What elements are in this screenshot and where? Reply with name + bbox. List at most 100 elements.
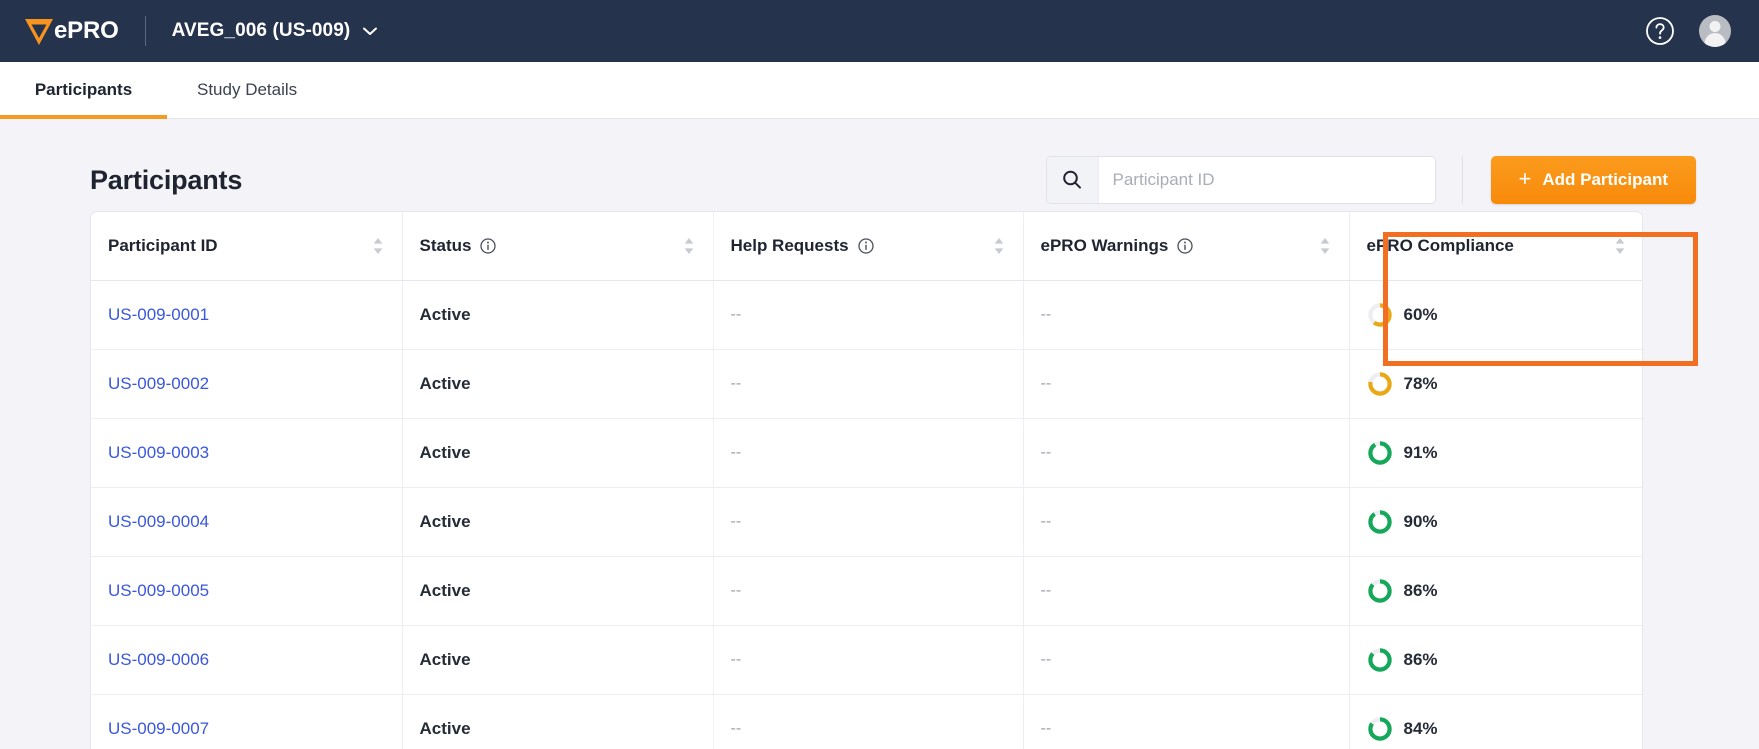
- table-row: US-009-0004Active----90%: [91, 487, 1643, 556]
- sort-toggle-icon[interactable]: [1319, 237, 1331, 255]
- cell-help-requests: --: [713, 625, 1023, 694]
- cell-participant-id: US-009-0004: [91, 487, 402, 556]
- primary-tab-bar: Participants Study Details: [0, 62, 1759, 119]
- search-button[interactable]: [1047, 157, 1099, 203]
- column-label: Help Requests: [731, 236, 849, 256]
- avatar-head: [1710, 21, 1721, 32]
- compliance-percent: 90%: [1404, 512, 1438, 532]
- cell-participant-id: US-009-0003: [91, 418, 402, 487]
- cell-help-requests: --: [713, 556, 1023, 625]
- cell-participant-id: US-009-0005: [91, 556, 402, 625]
- tab-study-details[interactable]: Study Details: [167, 62, 327, 118]
- toolbar-divider: [1462, 156, 1463, 204]
- participant-id-link[interactable]: US-009-0007: [108, 719, 209, 738]
- column-header-epro-warnings[interactable]: ePRO Warnings: [1023, 212, 1349, 280]
- page-toolbar: + Add Participant: [1046, 156, 1696, 204]
- cell-epro-warnings: --: [1023, 418, 1349, 487]
- cell-status: Active: [402, 625, 713, 694]
- table-row: US-009-0002Active----78%: [91, 349, 1643, 418]
- info-icon[interactable]: [480, 238, 496, 254]
- compliance-percent: 86%: [1404, 581, 1438, 601]
- compliance-donut-icon: [1367, 371, 1393, 397]
- compliance-percent: 86%: [1404, 650, 1438, 670]
- table-row: US-009-0003Active----91%: [91, 418, 1643, 487]
- participants-table: Participant ID Status: [91, 212, 1643, 749]
- info-icon[interactable]: [858, 238, 874, 254]
- cell-epro-warnings: --: [1023, 487, 1349, 556]
- column-header-status[interactable]: Status: [402, 212, 713, 280]
- table-row: US-009-0007Active----84%: [91, 694, 1643, 749]
- study-selector[interactable]: AVEG_006 (US-009): [172, 20, 379, 42]
- tab-participants[interactable]: Participants: [0, 62, 167, 118]
- column-header-participant-id[interactable]: Participant ID: [91, 212, 402, 280]
- cell-epro-compliance: 90%: [1349, 487, 1643, 556]
- compliance-donut-icon: [1367, 647, 1393, 673]
- cell-epro-compliance: 91%: [1349, 418, 1643, 487]
- table-header: Participant ID Status: [91, 212, 1643, 280]
- sort-toggle-icon[interactable]: [1614, 237, 1626, 255]
- chevron-down-icon: [362, 26, 378, 36]
- tab-participants-label: Participants: [35, 80, 132, 100]
- compliance-percent: 84%: [1404, 719, 1438, 739]
- compliance-percent: 60%: [1404, 305, 1438, 325]
- column-label: ePRO Warnings: [1041, 236, 1169, 256]
- sort-toggle-icon[interactable]: [683, 237, 695, 255]
- page-header: Participants + Add Participant: [0, 119, 1759, 211]
- cell-participant-id: US-009-0007: [91, 694, 402, 749]
- tab-study-details-label: Study Details: [197, 80, 297, 100]
- sort-toggle-icon[interactable]: [372, 237, 384, 255]
- column-label: Status: [420, 236, 472, 256]
- cell-epro-compliance: 84%: [1349, 694, 1643, 749]
- compliance-donut-icon: [1367, 509, 1393, 535]
- cell-status: Active: [402, 556, 713, 625]
- sort-toggle-icon[interactable]: [993, 237, 1005, 255]
- search-icon: [1061, 169, 1083, 191]
- cell-help-requests: --: [713, 349, 1023, 418]
- cell-status: Active: [402, 418, 713, 487]
- table-row: US-009-0006Active----86%: [91, 625, 1643, 694]
- column-header-epro-compliance[interactable]: ePRO Compliance: [1349, 212, 1643, 280]
- participant-id-link[interactable]: US-009-0001: [108, 305, 209, 324]
- cell-help-requests: --: [713, 487, 1023, 556]
- top-bar-actions: [1645, 15, 1731, 47]
- info-icon[interactable]: [1177, 238, 1193, 254]
- study-selector-label: AVEG_006 (US-009): [172, 20, 351, 42]
- cell-participant-id: US-009-0006: [91, 625, 402, 694]
- table-header-row: Participant ID Status: [91, 212, 1643, 280]
- page-content: Participants + Add Participant: [0, 119, 1759, 749]
- cell-status: Active: [402, 349, 713, 418]
- cell-help-requests: --: [713, 418, 1023, 487]
- table-row: US-009-0005Active----86%: [91, 556, 1643, 625]
- compliance-donut-icon: [1367, 302, 1393, 328]
- cell-status: Active: [402, 694, 713, 749]
- cell-epro-warnings: --: [1023, 349, 1349, 418]
- compliance-donut-icon: [1367, 440, 1393, 466]
- brand-divider: [145, 16, 146, 46]
- add-participant-button[interactable]: + Add Participant: [1491, 156, 1696, 204]
- column-header-help-requests[interactable]: Help Requests: [713, 212, 1023, 280]
- cell-epro-warnings: --: [1023, 694, 1349, 749]
- participant-id-link[interactable]: US-009-0006: [108, 650, 209, 669]
- search-input[interactable]: [1099, 157, 1435, 203]
- add-participant-label: Add Participant: [1542, 170, 1668, 190]
- cell-epro-compliance: 86%: [1349, 556, 1643, 625]
- help-circle-icon[interactable]: [1645, 16, 1675, 46]
- participant-id-link[interactable]: US-009-0003: [108, 443, 209, 462]
- participant-id-link[interactable]: US-009-0005: [108, 581, 209, 600]
- compliance-donut-icon: [1367, 578, 1393, 604]
- cell-participant-id: US-009-0002: [91, 349, 402, 418]
- cell-epro-warnings: --: [1023, 556, 1349, 625]
- participant-search: [1046, 156, 1436, 204]
- user-avatar[interactable]: [1699, 15, 1731, 47]
- brand-logo: ePRO: [22, 14, 119, 48]
- participant-id-link[interactable]: US-009-0002: [108, 374, 209, 393]
- cell-status: Active: [402, 280, 713, 349]
- participant-id-link[interactable]: US-009-0004: [108, 512, 209, 531]
- cell-participant-id: US-009-0001: [91, 280, 402, 349]
- column-label: Participant ID: [108, 236, 218, 256]
- cell-epro-warnings: --: [1023, 280, 1349, 349]
- top-navigation-bar: ePRO AVEG_006 (US-009): [0, 0, 1759, 62]
- table-body: US-009-0001Active----60%US-009-0002Activ…: [91, 280, 1643, 749]
- cell-epro-compliance: 78%: [1349, 349, 1643, 418]
- column-label: ePRO Compliance: [1367, 236, 1514, 256]
